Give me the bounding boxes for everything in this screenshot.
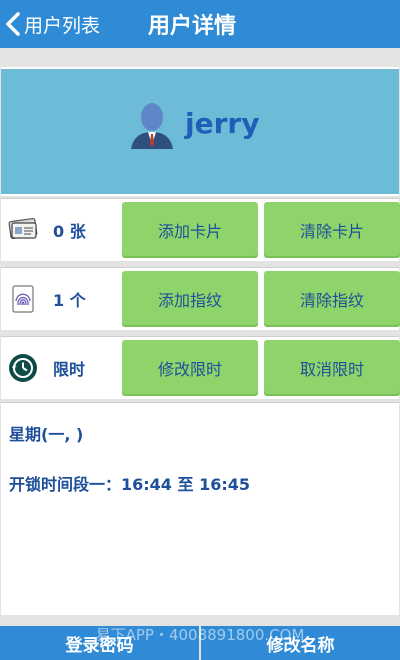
chevron-left-icon <box>4 11 22 37</box>
card-icon <box>7 214 39 248</box>
card-count: 0 张 <box>53 222 86 241</box>
back-label: 用户列表 <box>24 14 101 37</box>
time-limit-row: 限时 修改限时 取消限时 <box>1 336 400 399</box>
history-clock-icon <box>7 352 39 388</box>
fingerprint-icon <box>7 283 39 319</box>
cards-row: 0 张 添加卡片 清除卡片 <box>1 198 400 261</box>
clear-fingerprints-button[interactable]: 清除指纹 <box>264 271 400 327</box>
cancel-time-limit-button[interactable]: 取消限时 <box>264 340 400 396</box>
username: jerry <box>185 107 260 140</box>
modify-time-limit-button[interactable]: 修改限时 <box>122 340 258 396</box>
add-card-button[interactable]: 添加卡片 <box>122 202 258 258</box>
time-limit-label: 限时 <box>53 360 86 379</box>
profile-panel: jerry <box>1 67 399 196</box>
fingerprint-count: 1 个 <box>53 291 86 310</box>
fingerprints-row: 1 个 添加指纹 清除指纹 <box>1 267 400 330</box>
add-fingerprint-button[interactable]: 添加指纹 <box>122 271 258 327</box>
clear-cards-button[interactable]: 清除卡片 <box>264 202 400 258</box>
login-password-button[interactable]: 登录密码 <box>0 626 199 660</box>
schedule-unlock-period: 开锁时间段一：16:44 至 16:45 <box>9 475 251 494</box>
back-button[interactable]: 用户列表 <box>4 6 100 42</box>
top-bar: 用户列表 用户详情 <box>0 0 400 48</box>
page-title: 用户详情 <box>148 14 237 39</box>
rename-button[interactable]: 修改名称 <box>201 626 400 660</box>
user-avatar-icon <box>127 101 177 155</box>
schedule-panel: 星期(一, ) 开锁时间段一：16:44 至 16:45 <box>1 402 399 615</box>
schedule-weekdays: 星期(一, ) <box>9 425 84 444</box>
